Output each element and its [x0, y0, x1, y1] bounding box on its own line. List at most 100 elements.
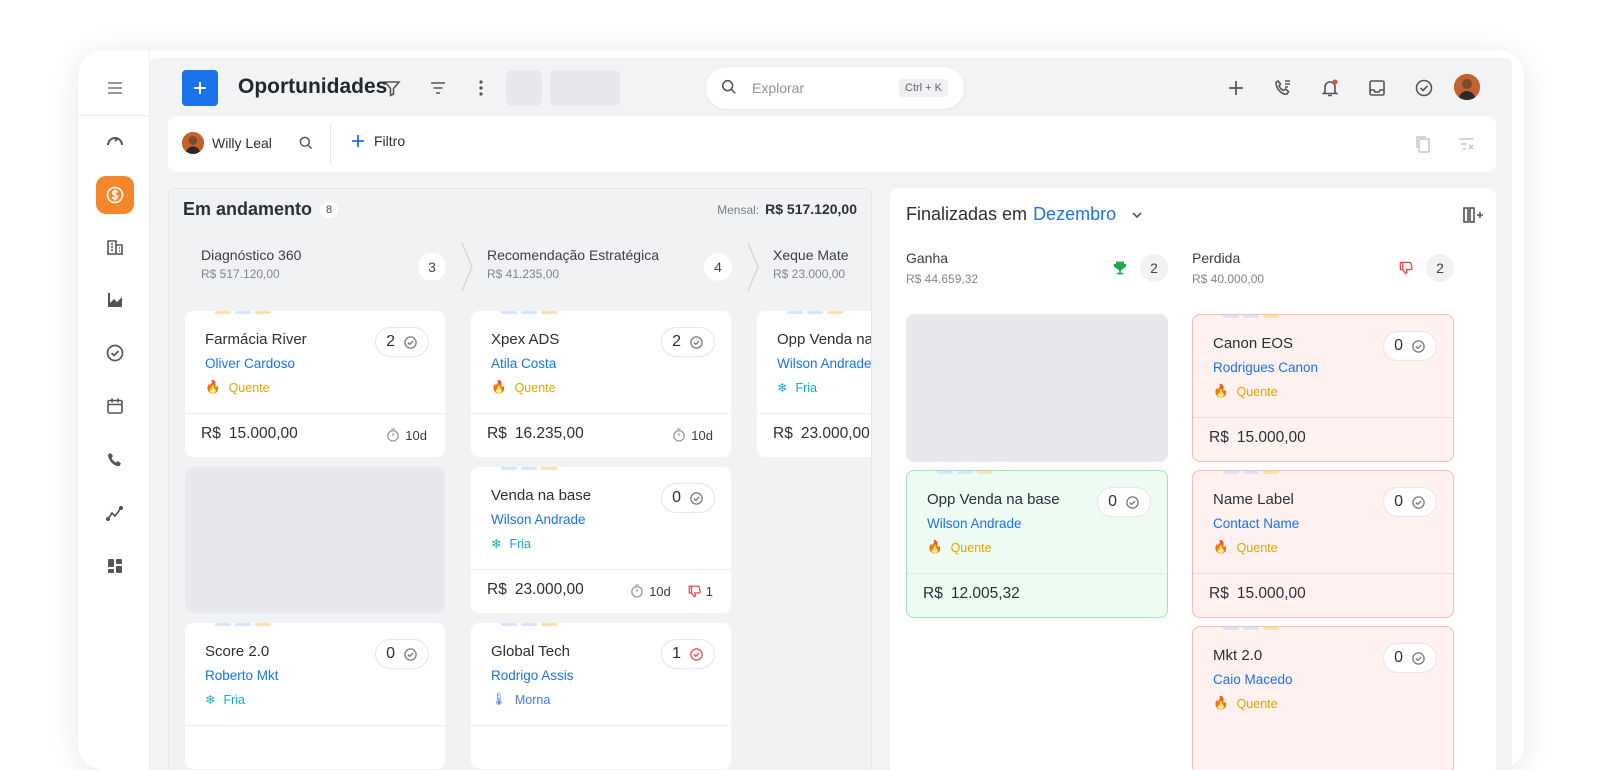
task-count-value: 0: [1394, 337, 1403, 354]
stage-separator-icon: [461, 242, 473, 292]
card-contact[interactable]: Rodrigues Canon: [1213, 360, 1318, 375]
tasks-check-icon[interactable]: [1413, 77, 1435, 99]
finished-title[interactable]: Finalizadas em Dezembro: [906, 204, 1144, 225]
temperature-label: Quente: [1236, 384, 1278, 399]
days-value: 10d: [405, 427, 427, 443]
task-count[interactable]: 2: [375, 327, 429, 357]
task-count[interactable]: 0: [1383, 331, 1437, 361]
flame-icon: 🔥: [1213, 696, 1229, 710]
sidebar-item-opportunities[interactable]: [96, 176, 134, 214]
won-opportunity-card[interactable]: Opp Venda na base Wilson Andrade 🔥 Quente…: [906, 470, 1168, 618]
divider: [471, 725, 731, 726]
task-count[interactable]: 0: [375, 639, 429, 669]
sidebar-item-widgets[interactable]: [96, 547, 134, 585]
currency: R$: [201, 425, 221, 442]
card-days: 10d 1: [629, 583, 713, 599]
card-contact[interactable]: Roberto Mkt: [205, 668, 279, 683]
app-window: Oportunidades Ctrl + K: [78, 50, 1524, 770]
column-header[interactable]: Recomendação Estratégica R$ 41.235,00: [487, 247, 659, 281]
chart-icon: [108, 293, 122, 307]
inbox-icon[interactable]: [1366, 77, 1388, 99]
add-icon[interactable]: [1225, 77, 1247, 99]
add-column-icon[interactable]: [1462, 206, 1484, 229]
task-count[interactable]: 0: [1383, 487, 1437, 517]
opportunity-card[interactable]: Score 2.0 Roberto Mkt ❄ Fria 0: [185, 623, 445, 769]
notifications-icon[interactable]: [1319, 77, 1341, 99]
card-contact[interactable]: Contact Name: [1213, 516, 1299, 531]
task-count[interactable]: 1: [661, 639, 715, 669]
lost-opportunity-card[interactable]: Name Label Contact Name 🔥 Quente 0 R$ 15.0…: [1192, 470, 1454, 618]
sidebar-item-analytics[interactable]: [96, 494, 134, 532]
search-input[interactable]: [752, 77, 892, 99]
month-selector[interactable]: Dezembro: [1033, 204, 1116, 225]
menu-icon[interactable]: [96, 69, 134, 107]
opportunity-card[interactable]: Xpex ADS Atila Costa 🔥 Quente 2 R$ 16.235,…: [471, 311, 731, 457]
add-filter-button[interactable]: Filtro: [350, 133, 405, 149]
add-opportunity-button[interactable]: [182, 70, 218, 106]
card-contact[interactable]: Wilson Andrade: [927, 516, 1022, 531]
lost-column-header[interactable]: Perdida R$ 40.000,00: [1192, 250, 1264, 286]
sidebar-item-dashboard[interactable]: [96, 122, 134, 160]
card-title: Farmácia River: [205, 331, 307, 348]
column-name: Diagnóstico 360: [201, 247, 302, 263]
column-header[interactable]: Xeque Mate R$ 23.000,00: [773, 247, 849, 281]
temperature-label: Fria: [223, 692, 246, 707]
user-avatar[interactable]: [1454, 74, 1480, 100]
task-count[interactable]: 2: [661, 327, 715, 357]
user-filter-chip[interactable]: Willy Leal: [182, 132, 314, 154]
phone-call-icon[interactable]: [1272, 77, 1294, 99]
sidebar-item-reports[interactable]: [96, 281, 134, 319]
check-circle-icon: [1412, 339, 1425, 353]
sidebar-item-tasks[interactable]: [96, 334, 134, 372]
task-count[interactable]: 0: [661, 483, 715, 513]
finished-title-prefix: Finalizadas em: [906, 204, 1028, 224]
column-value: R$ 44.659,32: [906, 272, 979, 286]
calendar-icon: [107, 398, 123, 414]
card-contact[interactable]: Atila Costa: [491, 356, 556, 371]
placeholder-block: [506, 70, 542, 106]
opportunity-card[interactable]: Opp Venda na b Wilson Andrade ❄ Fria R$ 23…: [757, 311, 871, 457]
task-count[interactable]: 0: [1097, 487, 1151, 517]
card-contact[interactable]: Wilson Andrade: [777, 356, 871, 371]
opportunity-card[interactable]: Venda na base Wilson Andrade ❄ Fria 0 R$ 2…: [471, 467, 731, 613]
card-stripe: [787, 311, 847, 314]
funnel-icon[interactable]: [380, 76, 404, 100]
check-circle-icon: [1412, 495, 1425, 509]
sidebar-item-companies[interactable]: [96, 228, 134, 266]
currency: R$: [487, 581, 507, 598]
card-stripe: [501, 467, 561, 470]
task-count-value: 2: [672, 333, 681, 350]
card-contact[interactable]: Rodrigo Assis: [491, 668, 574, 683]
card-temperature: ❄ Fria: [205, 692, 246, 708]
amount-value: 23.000,00: [514, 581, 584, 598]
search-bar[interactable]: Ctrl + K: [706, 67, 964, 109]
opportunity-card[interactable]: Farmácia River Oliver Cardoso 🔥 Quente 2 …: [185, 311, 445, 457]
stopwatch-icon: [387, 428, 400, 442]
card-contact[interactable]: Oliver Cardoso: [205, 356, 295, 371]
lost-opportunity-card[interactable]: Mkt 2.0 Caio Macedo 🔥 Quente 0: [1192, 626, 1454, 770]
card-contact[interactable]: Wilson Andrade: [491, 512, 586, 527]
sidebar-item-calendar[interactable]: [96, 387, 134, 425]
card-temperature: 🔥 Quente: [927, 540, 992, 555]
card-title: Mkt 2.0: [1213, 647, 1263, 664]
lost-opportunity-card[interactable]: Canon EOS Rodrigues Canon 🔥 Quente 0 R$ 15…: [1192, 314, 1454, 462]
sort-icon[interactable]: [426, 76, 450, 100]
search-icon[interactable]: [298, 135, 314, 151]
more-options-icon[interactable]: [469, 76, 493, 100]
won-column-header[interactable]: Ganha R$ 44.659,32: [906, 250, 978, 286]
temperature-label: Quente: [228, 380, 270, 395]
card-temperature: 🔥 Quente: [1213, 384, 1278, 399]
opportunity-card[interactable]: Global Tech Rodrigo Assis 🌡 Morna 1: [471, 623, 731, 769]
temperature-label: Quente: [1236, 696, 1278, 711]
divider: [471, 413, 731, 414]
copy-icon[interactable]: [1414, 134, 1432, 159]
clear-filter-icon[interactable]: [1456, 134, 1476, 159]
check-circle-icon: [404, 335, 417, 349]
column-header[interactable]: Diagnóstico 360 R$ 517.120,00: [201, 247, 301, 281]
chevron-down-icon[interactable]: [1130, 208, 1144, 222]
snowflake-icon: ❄: [777, 381, 788, 395]
card-contact[interactable]: Caio Macedo: [1213, 672, 1293, 687]
sidebar-item-calls[interactable]: [96, 441, 134, 479]
task-count[interactable]: 0: [1383, 643, 1437, 673]
divider: [471, 569, 731, 570]
